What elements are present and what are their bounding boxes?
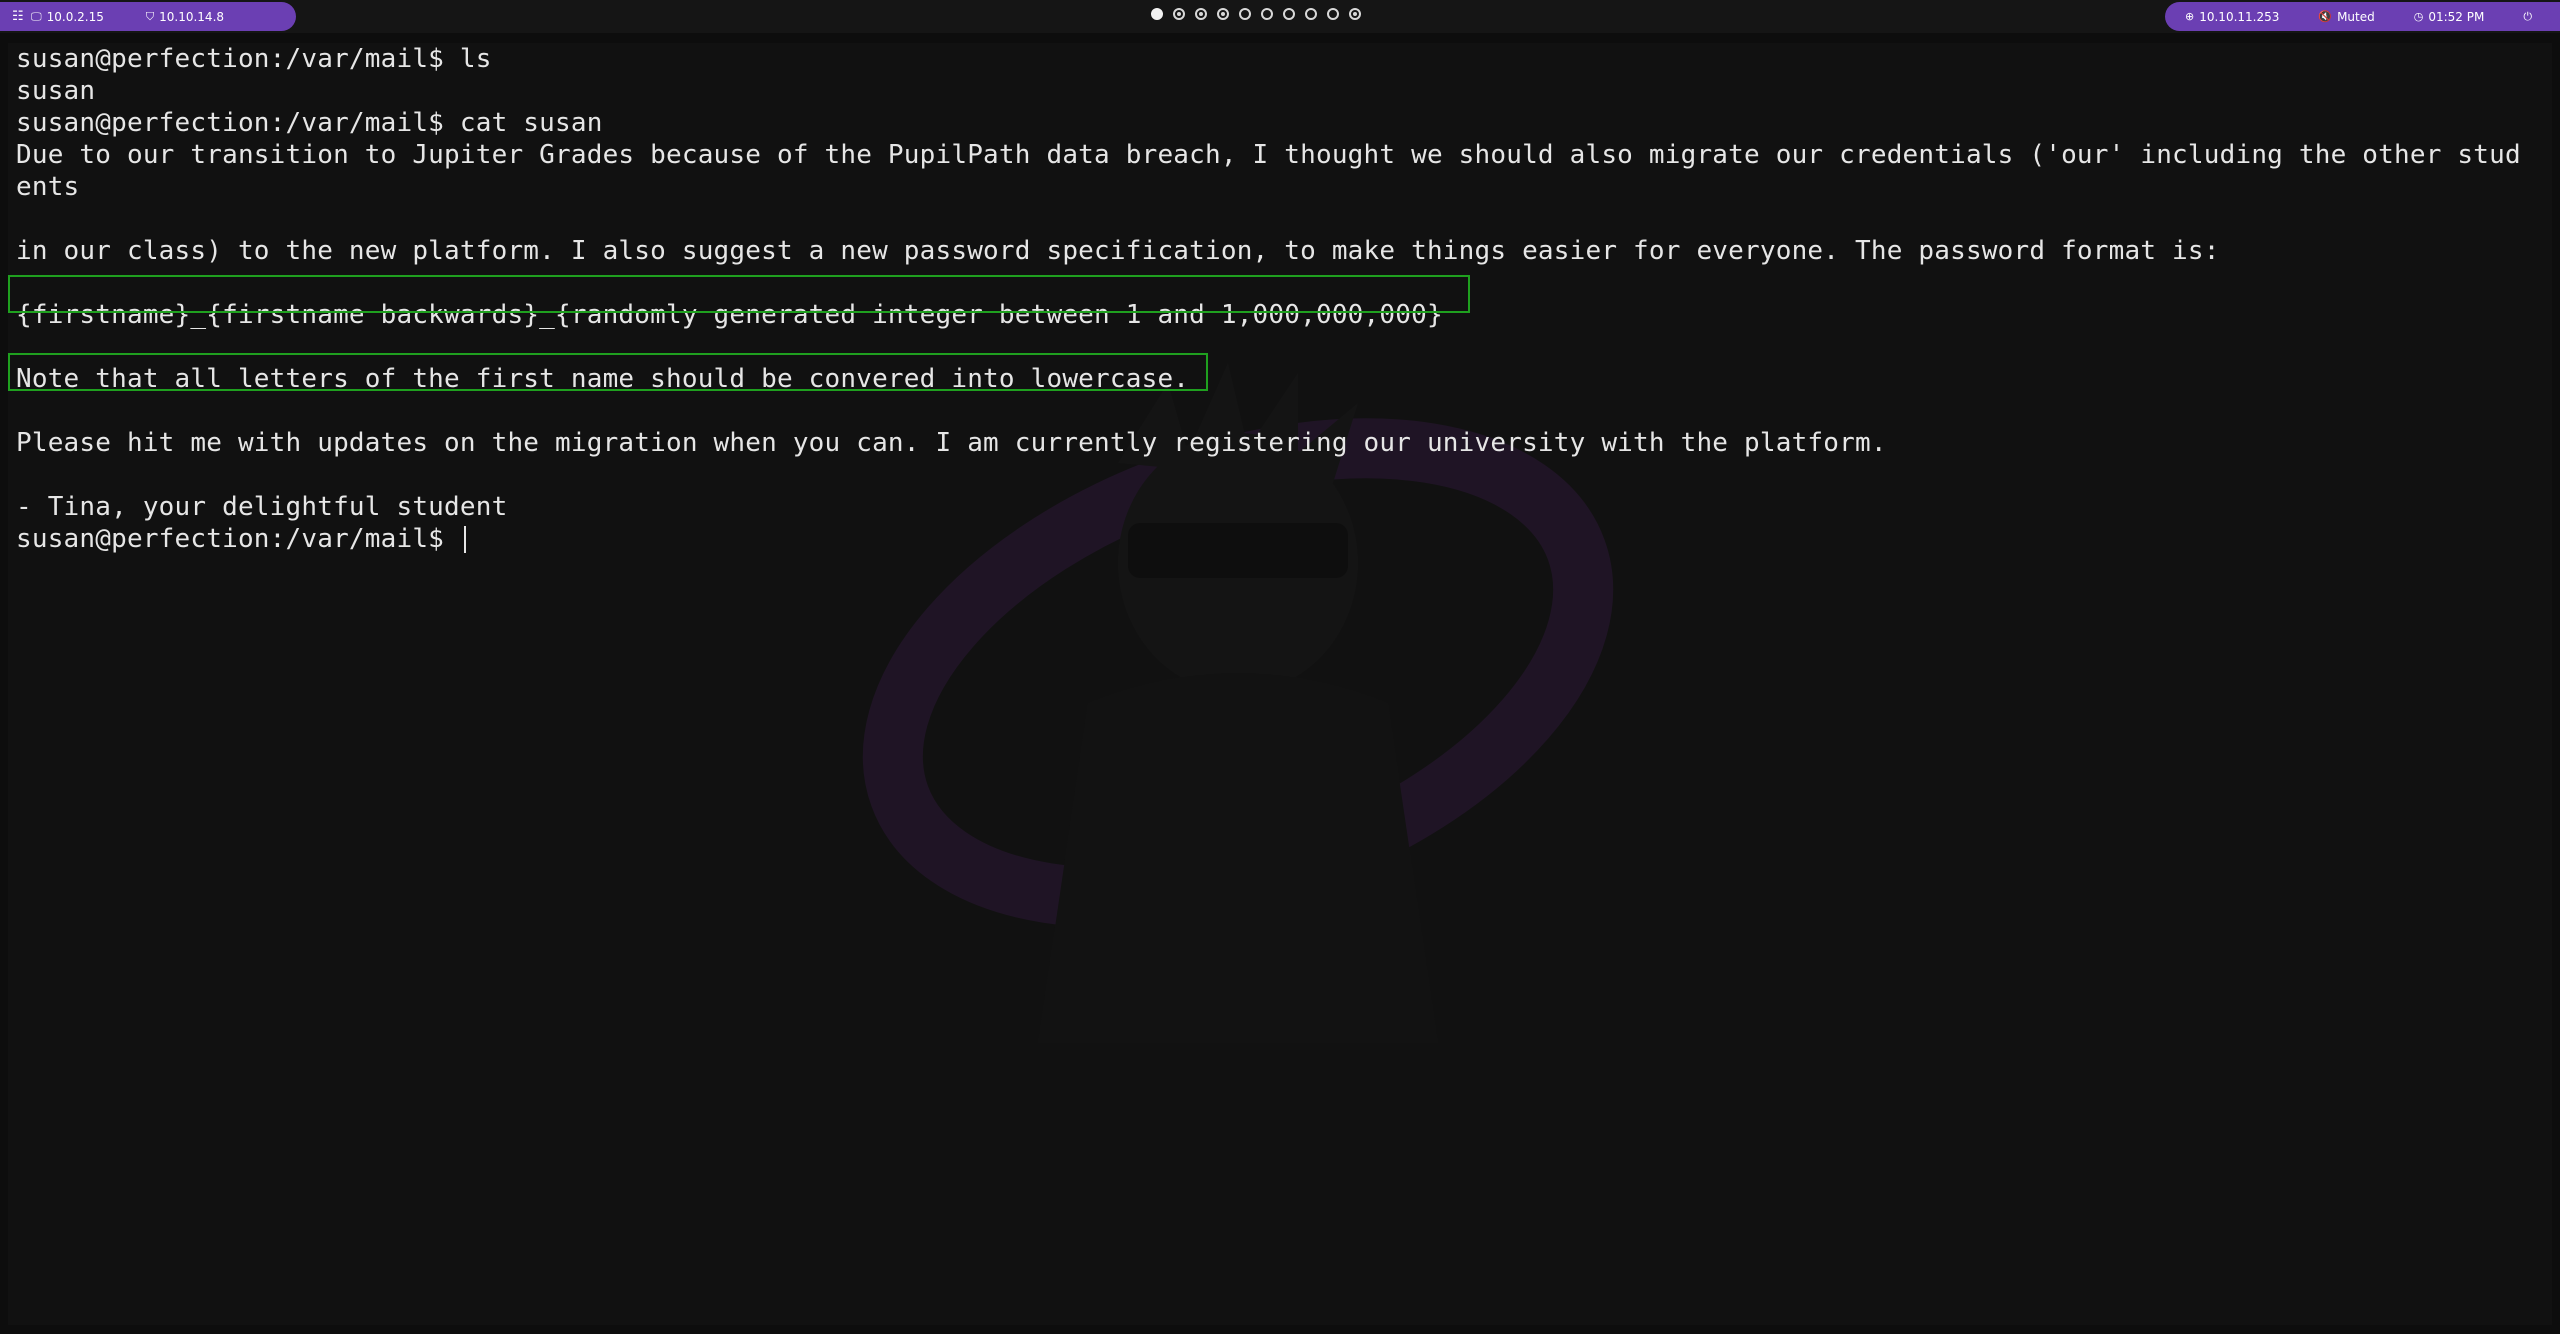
vpn-ip-indicator[interactable]: ⛉ 10.10.14.8 — [146, 2, 224, 31]
terminal-line: - Tina, your delightful student — [16, 492, 508, 522]
workspace-dot-1[interactable] — [1151, 8, 1163, 20]
volume-indicator[interactable]: 🔇 Muted — [2318, 2, 2374, 31]
workspace-dot-3[interactable] — [1195, 8, 1207, 20]
target-icon: ⊕ — [2185, 10, 2195, 23]
terminal-line: susan@perfection:/var/mail$ cat susan — [16, 108, 603, 138]
clock-label: 01:52 PM — [2428, 9, 2485, 24]
workspace-dot-2[interactable] — [1173, 8, 1185, 20]
local-ip-label: 10.0.2.15 — [46, 9, 104, 24]
volume-label: Muted — [2337, 9, 2375, 24]
terminal-line: ents — [16, 172, 80, 202]
terminal-line: Due to our transition to Jupiter Grades … — [16, 140, 2521, 170]
clock-indicator[interactable]: ◷ 01:52 PM — [2414, 2, 2485, 31]
workspace-dot-7[interactable] — [1283, 8, 1295, 20]
system-info-pill: ⊕ 10.10.11.253 🔇 Muted ◷ 01:52 PM ⏻ — [2165, 2, 2560, 31]
target-ip-indicator[interactable]: ⊕ 10.10.11.253 — [2185, 2, 2279, 31]
terminal-line: Please hit me with updates on the migrat… — [16, 428, 1887, 458]
monitor-icon: 🖵 — [31, 9, 42, 23]
terminal-line: Note that all letters of the first name … — [16, 364, 1190, 394]
terminal-window[interactable]: susan@perfection:/var/mail$ ls susan susan… — [8, 43, 2552, 1325]
terminal-line: susan — [16, 76, 96, 106]
terminal-line: in our class) to the new platform. I als… — [16, 236, 2220, 266]
workspace-dot-6[interactable] — [1261, 8, 1273, 20]
power-button[interactable]: ⏻ — [2523, 2, 2537, 31]
target-ip-label: 10.10.11.253 — [2199, 9, 2280, 24]
network-info-pill: ☷ 🖵 10.0.2.15 ⛉ 10.10.14.8 — [0, 2, 296, 31]
workspace-dot-8[interactable] — [1305, 8, 1317, 20]
terminal-line: susan@perfection:/var/mail$ ls — [16, 44, 492, 74]
apps-menu-button[interactable]: ☷ — [12, 2, 31, 31]
workspace-dot-5[interactable] — [1239, 8, 1251, 20]
vpn-ip-label: 10.10.14.8 — [159, 9, 225, 24]
workspace-dot-4[interactable] — [1217, 8, 1229, 20]
terminal-prompt-line[interactable]: susan@perfection:/var/mail$ — [16, 523, 2546, 555]
terminal-line: {firstname}_{firstname backwards}_{rando… — [16, 300, 1443, 330]
speaker-muted-icon: 🔇 — [2318, 10, 2333, 23]
workspace-switcher — [1151, 8, 1361, 20]
local-ip-indicator[interactable]: 🖵 10.0.2.15 — [31, 2, 104, 31]
prompt-text: susan@perfection:/var/mail$ — [16, 524, 460, 554]
workspace-dot-10[interactable] — [1349, 8, 1361, 20]
shield-icon: ⛉ — [145, 9, 155, 23]
text-cursor — [463, 526, 466, 553]
power-icon: ⏻ — [2523, 9, 2533, 23]
menu-icon: ☷ — [12, 9, 24, 24]
top-status-bar: ☷ 🖵 10.0.2.15 ⛉ 10.10.14.8 ⊕ 10.10.11.25… — [0, 0, 2560, 33]
workspace-dot-9[interactable] — [1327, 8, 1339, 20]
terminal-output: susan@perfection:/var/mail$ ls susan susan… — [16, 43, 2546, 555]
clock-icon: ◷ — [2413, 10, 2424, 23]
